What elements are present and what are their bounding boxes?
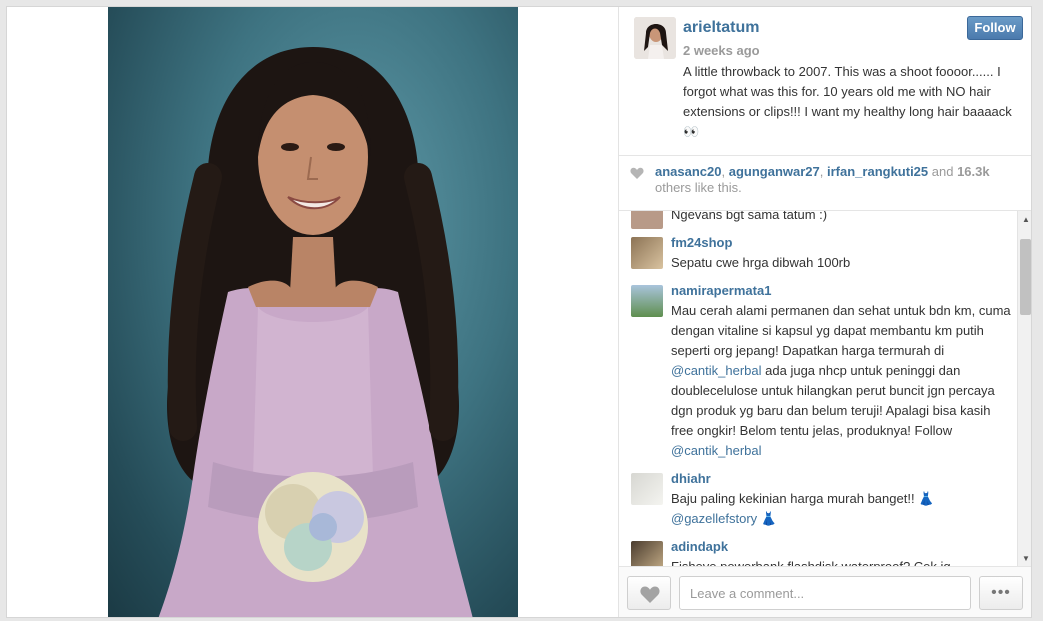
comment-footer: ••• [619,566,1031,617]
post-sidebar: arieltatum 2 weeks ago Follow A little t… [618,7,1031,617]
scroll-up-arrow-icon[interactable]: ▲ [1021,215,1031,225]
likes-suffix: others like this. [655,180,742,195]
post-username[interactable]: arieltatum [683,19,759,37]
mention-link[interactable]: @cantik_herbal [671,443,762,458]
follow-button[interactable]: Follow [967,16,1023,40]
user-avatar[interactable] [634,17,676,59]
comment-text: Fisheye,powerbank,flashdisk,waterproof? … [671,557,1013,566]
comment-input[interactable] [679,576,971,610]
comment-text-part: 👗 [757,511,777,526]
avatar-icon [634,17,676,59]
comment-username[interactable]: adindapk [671,539,728,554]
commenter-avatar[interactable] [631,473,663,505]
liker-link[interactable]: anasanc20 [655,164,722,179]
post-modal: arieltatum 2 weeks ago Follow A little t… [6,6,1032,618]
comments-list: Ngevans bgt sama tatum :) fm24shop Sepat… [619,211,1017,566]
post-photo[interactable] [108,7,518,617]
scroll-thumb[interactable] [1020,239,1031,315]
liker-link[interactable]: agunganwar27 [729,164,820,179]
comment-text: Baju paling kekinian harga murah banget!… [671,489,1013,529]
commenter-avatar[interactable] [631,541,663,566]
likes-text: anasanc20, agunganwar27, irfan_rangkuti2… [655,164,1025,196]
more-options-button[interactable]: ••• [979,576,1023,610]
likes-separator: , [721,164,729,179]
comment-text: Mau cerah alami permanen dan sehat untuk… [671,301,1013,461]
comments-scrollbar[interactable]: ▲ ▼ [1017,211,1031,566]
comment-username[interactable]: fm24shop [671,235,732,250]
mention-link[interactable]: @gazellefstory [671,511,757,526]
likes-separator: , [819,164,827,179]
photo-pane [7,7,618,617]
comment-text-part: Mau cerah alami permanen dan sehat untuk… [671,303,1011,358]
post-caption: A little throwback to 2007. This was a s… [683,64,1012,139]
heart-icon [640,586,660,603]
scroll-down-arrow-icon[interactable]: ▼ [1021,554,1031,564]
comment-username[interactable]: namirapermata1 [671,283,771,298]
comment-text: Ngevans bgt sama tatum :) [671,211,828,222]
like-button[interactable] [627,576,671,610]
comment-text: Sepatu cwe hrga dibwah 100rb [671,255,851,270]
commenter-avatar[interactable] [631,237,663,269]
photo-illustration [158,47,473,617]
heart-icon [630,167,644,179]
comment-text-part: Baju paling kekinian harga murah banget!… [671,491,935,506]
commenter-avatar[interactable] [631,285,663,317]
mention-link[interactable]: @cantik_herbal [671,363,762,378]
post-timestamp[interactable]: 2 weeks ago [683,43,760,58]
post-header: arieltatum 2 weeks ago Follow A little t… [619,7,1031,156]
comment-username[interactable]: dhiahr [671,471,711,486]
liker-link[interactable]: irfan_rangkuti25 [827,164,928,179]
likes-and: and [928,164,958,179]
likes-count[interactable]: 16.3k [957,164,990,179]
commenter-avatar[interactable] [631,211,663,229]
likes-row: anasanc20, agunganwar27, irfan_rangkuti2… [619,156,1031,211]
